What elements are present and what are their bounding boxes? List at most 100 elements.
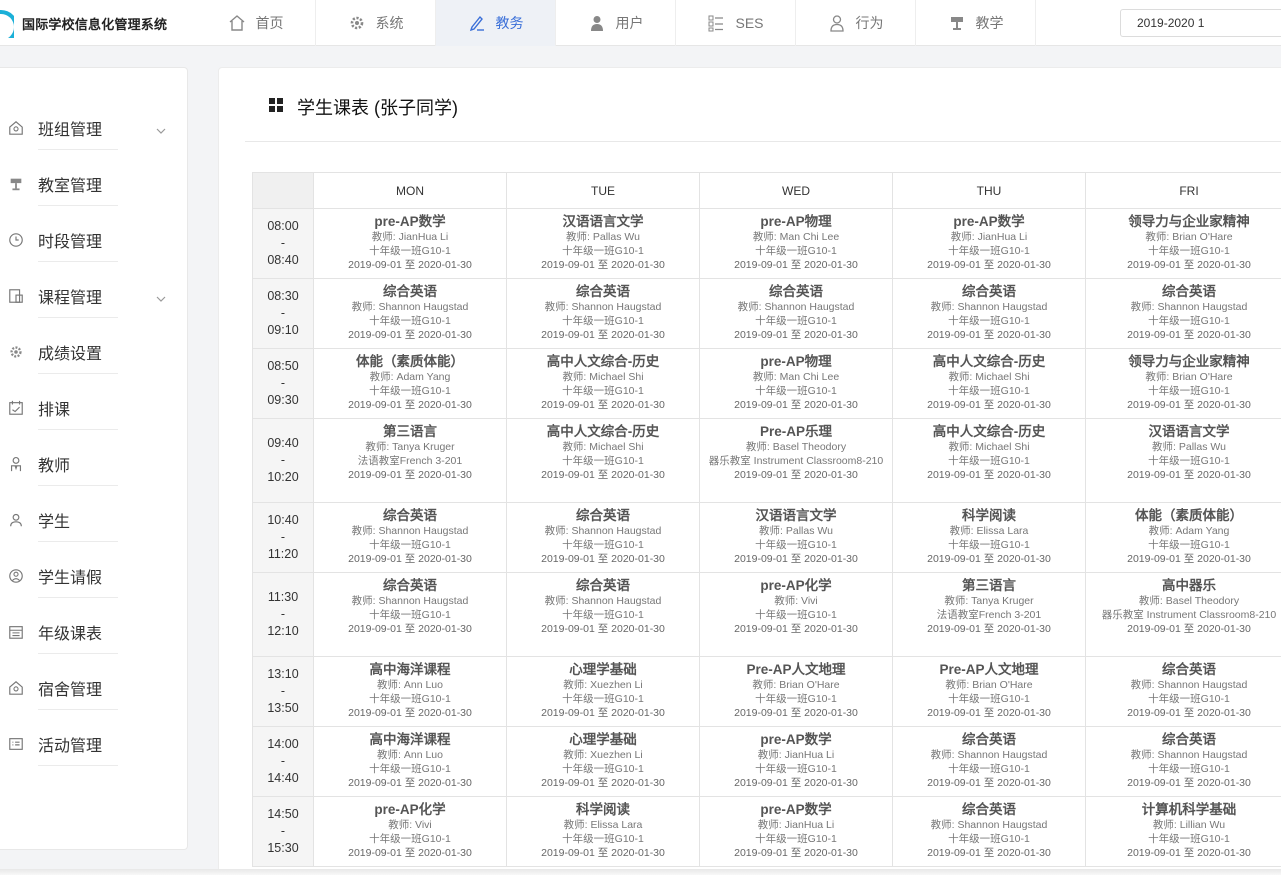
sidebar-item-10[interactable]: 宿舍管理 [0, 666, 188, 710]
course-cell[interactable]: 高中人文综合-历史 教师: Michael Shi 十年级一班G10-1 2019-0… [506, 418, 700, 503]
course-room: 十年级一班G10-1 [1148, 833, 1230, 845]
course-cell[interactable]: Pre-AP人文地理 教师: Brian O'Hare 十年级一班G10-1 2019… [892, 656, 1086, 727]
course-cell[interactable]: 体能（素质体能） 教师: Adam Yang 十年级一班G10-1 2019-09-0… [313, 348, 507, 419]
course-cell[interactable]: pre-AP化学 教师: Vivi 十年级一班G10-1 2019-09-01 至 2… [699, 572, 893, 657]
sidebar-item-11[interactable]: 活动管理 [0, 722, 188, 766]
nav-item-6[interactable]: 教学 [916, 0, 1036, 46]
nav-item-2[interactable]: 教务 [436, 0, 556, 46]
course-cell[interactable]: 领导力与企业家精神 教师: Brian O'Hare 十年级一班G10-1 2019-… [1085, 208, 1281, 279]
course-name: 高中人文综合-历史 [546, 354, 660, 369]
book-icon [8, 288, 24, 304]
course-cell[interactable]: 综合英语 教师: Shannon Haugstad 十年级一班G10-1 2019-0… [506, 502, 700, 573]
course-cell[interactable]: pre-AP数学 教师: JianHua Li 十年级一班G10-1 2019-09-… [313, 208, 507, 279]
lamp-icon [8, 176, 24, 192]
course-cell[interactable]: 高中人文综合-历史 教师: Michael Shi 十年级一班G10-1 2019-0… [506, 348, 700, 419]
time-end: 15:30 [267, 841, 299, 855]
course-cell[interactable]: Pre-AP乐理 教师: Basel Theodory 器乐教室 Instrumen… [699, 418, 893, 503]
course-cell[interactable]: 科学阅读 教师: Elissa Lara 十年级一班G10-1 2019-09-01 … [892, 502, 1086, 573]
time-separator: - [280, 684, 286, 698]
timetable-row: 08:00 - 08:40 pre-AP数学 教师: JianHua Li 十年级一班G1… [252, 208, 1281, 279]
sidebar-item-0[interactable]: 班组管理 [0, 106, 188, 150]
nav-item-0[interactable]: 首页 [196, 0, 316, 46]
course-teacher: 教师: Lillian Wu [1152, 819, 1226, 831]
course-room: 十年级一班G10-1 [1148, 539, 1230, 551]
course-cell[interactable]: 心理学基础 教师: Xuezhen Li 十年级一班G10-1 2019-09-01 … [506, 656, 700, 727]
course-name: pre-AP数学 [374, 214, 446, 229]
course-name: 体能（素质体能） [1135, 508, 1243, 523]
course-cell[interactable]: 计算机科学基础 教师: Lillian Wu 十年级一班G10-1 2019-09-0… [1085, 796, 1281, 867]
chevron-down-icon[interactable] [156, 291, 166, 302]
course-cell[interactable]: 科学阅读 教师: Elissa Lara 十年级一班G10-1 2019-09-01 … [506, 796, 700, 867]
nav-item-5[interactable]: 行为 [796, 0, 916, 46]
course-cell[interactable]: 汉语语言文学 教师: Pallas Wu 十年级一班G10-1 2019-09-01 … [1085, 418, 1281, 503]
sidebar-item-4[interactable]: 成绩设置 [0, 330, 188, 374]
course-cell[interactable]: 第三语言 教师: Tanya Kruger 法语教室French 3-201 2019… [892, 572, 1086, 657]
course-cell[interactable]: 汉语语言文学 教师: Pallas Wu 十年级一班G10-1 2019-09-01 … [699, 502, 893, 573]
sidebar-item-1[interactable]: 教室管理 [0, 162, 188, 206]
course-cell[interactable]: 综合英语 教师: Shannon Haugstad 十年级一班G10-1 2019-0… [892, 278, 1086, 349]
course-teacher: 教师: Shannon Haugstad [1130, 679, 1248, 691]
time-end: 11:20 [267, 547, 299, 561]
nav-item-3[interactable]: 用户 [556, 0, 676, 46]
course-cell[interactable]: pre-AP化学 教师: Vivi 十年级一班G10-1 2019-09-01 至 2… [313, 796, 507, 867]
course-name: Pre-AP人文地理 [746, 662, 846, 677]
course-cell[interactable]: 高中海洋课程 教师: Ann Luo 十年级一班G10-1 2019-09-01 至 … [313, 656, 507, 727]
course-cell[interactable]: 综合英语 教师: Shannon Haugstad 十年级一班G10-1 2019-0… [1085, 278, 1281, 349]
course-teacher: 教师: Vivi [774, 595, 818, 607]
course-cell[interactable]: 综合英语 教师: Shannon Haugstad 十年级一班G10-1 2019-0… [506, 572, 700, 657]
nav-item-4[interactable]: SES [676, 0, 796, 46]
course-cell[interactable]: 综合英语 教师: Shannon Haugstad 十年级一班G10-1 2019-0… [313, 502, 507, 573]
day-header: FRI [1085, 172, 1281, 209]
sidebar-item-6[interactable]: 教师 [0, 442, 188, 486]
sidebar-item-3[interactable]: 课程管理 [0, 274, 188, 318]
course-cell[interactable]: 高中人文综合-历史 教师: Michael Shi 十年级一班G10-1 2019-0… [892, 348, 1086, 419]
course-name: 第三语言 [383, 424, 437, 439]
course-room: 法语教室French 3-201 [357, 455, 463, 467]
course-cell[interactable]: pre-AP数学 教师: JianHua Li 十年级一班G10-1 2019-09-… [699, 796, 893, 867]
course-cell[interactable]: pre-AP数学 教师: JianHua Li 十年级一班G10-1 2019-09-… [892, 208, 1086, 279]
sidebar-item-5[interactable]: 排课 [0, 386, 188, 430]
divider [38, 373, 118, 374]
term-select[interactable]: 2019-2020 1 [1120, 9, 1281, 37]
course-cell[interactable]: 心理学基础 教师: Xuezhen Li 十年级一班G10-1 2019-09-01 … [506, 726, 700, 797]
course-teacher: 教师: Brian O'Hare [1145, 231, 1233, 243]
app-logo[interactable]: 国际学校信息化管理系统 [0, 0, 200, 46]
sidebar-item-9[interactable]: 年级课表 [0, 610, 188, 654]
course-cell[interactable]: 综合英语 教师: Shannon Haugstad 十年级一班G10-1 2019-0… [1085, 656, 1281, 727]
course-date: 2019-09-01 至 2020-01-30 [1127, 399, 1251, 411]
course-cell[interactable]: 高中器乐 教师: Basel Theodory 器乐教室 Instrument Cl… [1085, 572, 1281, 657]
course-name: 第三语言 [962, 578, 1016, 593]
course-cell[interactable]: 综合英语 教师: Shannon Haugstad 十年级一班G10-1 2019-0… [313, 572, 507, 657]
course-date: 2019-09-01 至 2020-01-30 [927, 847, 1051, 859]
sidebar-item-2[interactable]: 时段管理 [0, 218, 188, 262]
course-cell[interactable]: 综合英语 教师: Shannon Haugstad 十年级一班G10-1 2019-0… [313, 278, 507, 349]
course-cell[interactable]: 第三语言 教师: Tanya Kruger 法语教室French 3-201 2019… [313, 418, 507, 503]
course-cell[interactable]: pre-AP数学 教师: JianHua Li 十年级一班G10-1 2019-09-… [699, 726, 893, 797]
course-cell[interactable]: 体能（素质体能） 教师: Adam Yang 十年级一班G10-1 2019-09-0… [1085, 502, 1281, 573]
course-room: 十年级一班G10-1 [948, 833, 1030, 845]
time-separator: - [280, 607, 286, 621]
sidebar-item-8[interactable]: 学生请假 [0, 554, 188, 598]
course-cell[interactable]: 综合英语 教师: Shannon Haugstad 十年级一班G10-1 2019-0… [506, 278, 700, 349]
course-date: 2019-09-01 至 2020-01-30 [734, 329, 858, 341]
chevron-down-icon[interactable] [156, 123, 166, 134]
course-cell[interactable]: 综合英语 教师: Shannon Haugstad 十年级一班G10-1 2019-0… [892, 726, 1086, 797]
course-cell[interactable]: 综合英语 教师: Shannon Haugstad 十年级一班G10-1 2019-0… [1085, 726, 1281, 797]
user-icon [588, 14, 606, 32]
course-date: 2019-09-01 至 2020-01-30 [541, 623, 665, 635]
course-date: 2019-09-01 至 2020-01-30 [541, 469, 665, 481]
course-cell[interactable]: 高中人文综合-历史 教师: Michael Shi 十年级一班G10-1 2019-0… [892, 418, 1086, 503]
course-cell[interactable]: 综合英语 教师: Shannon Haugstad 十年级一班G10-1 2019-0… [699, 278, 893, 349]
course-cell[interactable]: pre-AP物理 教师: Man Chi Lee 十年级一班G10-1 2019-09… [699, 208, 893, 279]
course-cell[interactable]: pre-AP物理 教师: Man Chi Lee 十年级一班G10-1 2019-09… [699, 348, 893, 419]
course-cell[interactable]: 综合英语 教师: Shannon Haugstad 十年级一班G10-1 2019-0… [892, 796, 1086, 867]
time-start: 11:30 [267, 590, 299, 604]
course-cell[interactable]: 汉语语言文学 教师: Pallas Wu 十年级一班G10-1 2019-09-01 … [506, 208, 700, 279]
course-date: 2019-09-01 至 2020-01-30 [927, 399, 1051, 411]
course-cell[interactable]: 高中海洋课程 教师: Ann Luo 十年级一班G10-1 2019-09-01 至 … [313, 726, 507, 797]
course-room: 十年级一班G10-1 [369, 385, 451, 397]
sidebar-item-7[interactable]: 学生 [0, 498, 188, 542]
course-cell[interactable]: Pre-AP人文地理 教师: Brian O'Hare 十年级一班G10-1 2019… [699, 656, 893, 727]
course-cell[interactable]: 领导力与企业家精神 教师: Brian O'Hare 十年级一班G10-1 2019-… [1085, 348, 1281, 419]
nav-item-1[interactable]: 系统 [316, 0, 436, 46]
